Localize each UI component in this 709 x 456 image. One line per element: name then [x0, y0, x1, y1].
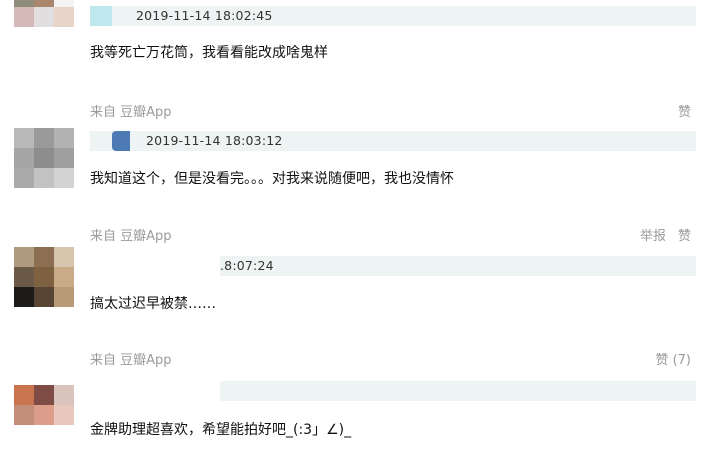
comment-actions: 赞 (7) — [655, 352, 691, 370]
avatar-pixel — [54, 27, 74, 47]
avatar-pixel — [34, 385, 54, 405]
avatar-pixel — [34, 267, 54, 287]
quote-bar[interactable]: 2019-11-14 18:03:12 — [90, 131, 696, 151]
avatar-pixel — [34, 7, 54, 27]
avatar-pixel — [54, 425, 74, 445]
comment-text: 我等死亡万花筒，我看看能改成啥鬼样 — [90, 45, 328, 61]
avatar-pixel — [34, 425, 54, 445]
avatar-pixel — [14, 405, 34, 425]
avatar-pixel — [14, 27, 34, 47]
like-button[interactable]: 赞 — [678, 104, 691, 122]
comment-meta: 来自 豆瓣App 赞 (7) — [90, 352, 695, 370]
avatar-pixel — [14, 168, 34, 188]
avatar-pixel — [54, 128, 74, 148]
avatar-pixel — [34, 27, 54, 47]
quote-thumbnail — [90, 381, 220, 401]
comment-text: 金牌助理超喜欢，希望能拍好吧_(:3」∠)_ — [90, 422, 352, 438]
comment-source: 来自 豆瓣App — [90, 353, 172, 368]
quote-thumbnail — [90, 6, 112, 26]
quote-timestamp: .8:07:24 — [220, 258, 274, 273]
quote-bar[interactable] — [90, 381, 696, 401]
like-count-button[interactable]: 赞 (7) — [655, 352, 691, 370]
quote-thumbnail — [90, 256, 220, 276]
avatar-pixel — [34, 287, 54, 307]
quote-bar[interactable]: 2019-11-14 18:02:45 — [90, 6, 696, 26]
like-button[interactable]: 赞 — [678, 228, 691, 246]
comment-source: 来自 豆瓣App — [90, 229, 172, 244]
avatar-pixel — [14, 247, 34, 267]
comment-actions: 举报 赞 — [640, 228, 691, 246]
report-button[interactable]: 举报 — [640, 228, 666, 246]
comment-meta: 来自 豆瓣App 举报 赞 — [90, 228, 695, 246]
avatar-pixel — [14, 425, 34, 445]
avatar-pixel — [14, 287, 34, 307]
avatar-pixel — [14, 128, 34, 148]
avatar-pixel — [34, 0, 54, 7]
quote-bar[interactable]: .8:07:24 — [90, 256, 696, 276]
avatar-pixel — [14, 385, 34, 405]
comment-source: 来自 豆瓣App — [90, 105, 172, 120]
avatar-pixel — [54, 385, 74, 405]
avatar-pixel — [54, 267, 74, 287]
avatar-pixel — [34, 148, 54, 168]
avatar-pixel — [54, 7, 74, 27]
avatar-pixel — [34, 247, 54, 267]
avatar[interactable] — [14, 0, 74, 47]
comment-actions: 赞 — [678, 104, 691, 122]
avatar-pixel — [54, 405, 74, 425]
quote-thumbnail — [112, 131, 130, 151]
avatar-pixel — [54, 168, 74, 188]
avatar[interactable] — [14, 247, 74, 307]
comment-text: 我知道这个，但是没看完。。。对我来说随便吧，我也没情怀 — [90, 171, 454, 187]
avatar[interactable] — [14, 385, 74, 445]
quote-timestamp: 2019-11-14 18:03:12 — [146, 133, 283, 148]
avatar[interactable] — [14, 128, 74, 188]
avatar-pixel — [54, 148, 74, 168]
avatar-pixel — [34, 405, 54, 425]
avatar-pixel — [14, 0, 34, 7]
avatar-pixel — [14, 148, 34, 168]
avatar-pixel — [54, 0, 74, 7]
avatar-pixel — [14, 7, 34, 27]
comment-meta: 来自 豆瓣App 赞 — [90, 104, 695, 122]
avatar-pixel — [54, 247, 74, 267]
quote-timestamp: 2019-11-14 18:02:45 — [136, 8, 273, 23]
avatar-pixel — [34, 128, 54, 148]
avatar-pixel — [54, 287, 74, 307]
avatar-pixel — [14, 267, 34, 287]
avatar-pixel — [34, 168, 54, 188]
comment-text: 搞太过迟早被禁…… — [90, 296, 216, 312]
